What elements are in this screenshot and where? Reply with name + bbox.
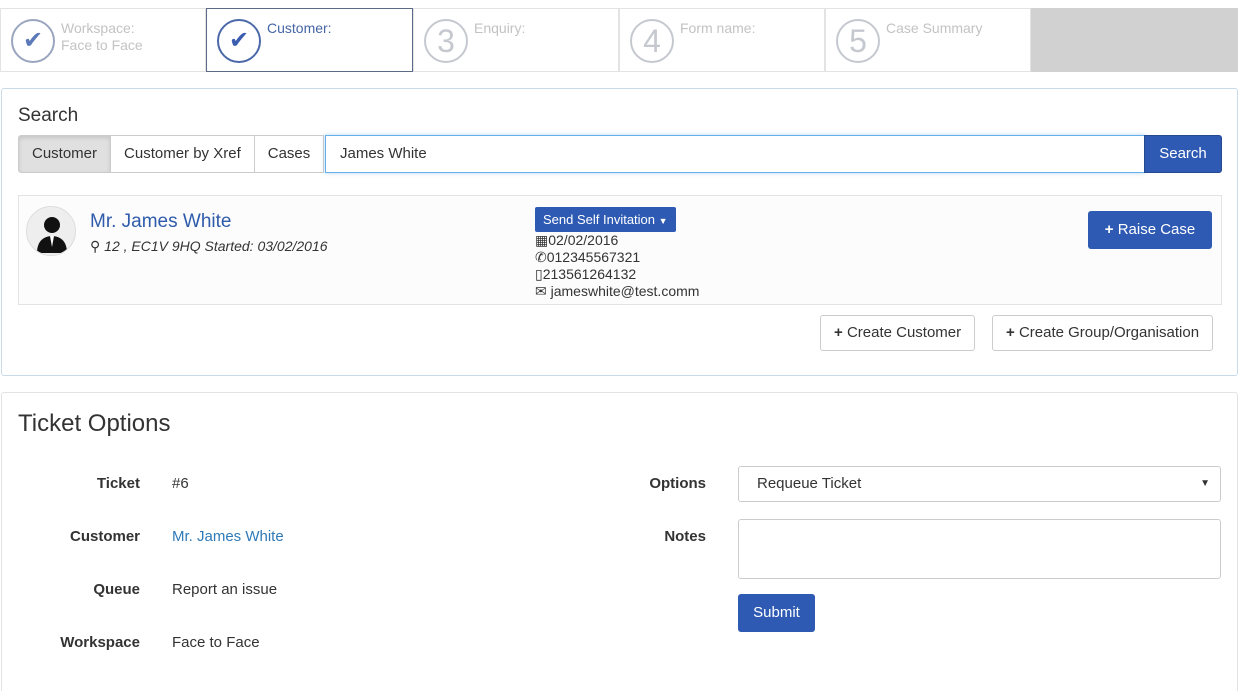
check-icon: ✔: [11, 19, 55, 63]
ticket-label: Ticket: [96, 475, 140, 492]
step-sublabel: Face to Face: [61, 37, 143, 53]
step-label: Form name:: [680, 20, 756, 36]
stepper-filler: [1031, 8, 1238, 72]
search-input[interactable]: James White: [325, 135, 1145, 173]
step-case-summary[interactable]: 5 Case Summary: [825, 8, 1031, 72]
step-label: Enquiry:: [474, 20, 526, 36]
notes-label: Notes: [664, 528, 706, 545]
step-label: Customer:: [267, 20, 332, 36]
options-label: Options: [649, 475, 706, 492]
submit-button[interactable]: Submit: [738, 594, 815, 632]
search-panel: Search Customer Customer by Xref Cases J…: [1, 88, 1238, 376]
wizard-stepper: ✔ Workspace: Face to Face ✔ Customer: 3 …: [0, 8, 1242, 72]
create-customer-button[interactable]: + Create Customer: [820, 315, 976, 351]
step-label: Workspace:: [61, 20, 135, 36]
customer-name-link[interactable]: Mr. James White: [90, 211, 231, 233]
person-icon: [37, 217, 67, 253]
queue-value: Report an issue: [172, 581, 278, 598]
queue-label: Queue: [93, 581, 140, 598]
step-number: 5: [836, 19, 880, 63]
search-title: Search: [18, 105, 79, 126]
avatar: [26, 206, 76, 256]
mobile-icon: ▯: [535, 266, 543, 282]
customer-address: ⚲ 12 , EC1V 9HQ Started: 03/02/2016: [90, 238, 328, 254]
customer-date: ▦02/02/2016: [535, 232, 619, 248]
step-number: 4: [630, 19, 674, 63]
customer-email: ✉ jameswhite@test.comm: [535, 283, 700, 299]
check-icon: ✔: [217, 19, 261, 63]
step-customer[interactable]: ✔ Customer:: [206, 8, 413, 72]
caret-down-icon: ▼: [1200, 478, 1210, 489]
plus-icon: +: [1006, 324, 1015, 341]
create-group-button[interactable]: + Create Group/Organisation: [992, 315, 1214, 351]
send-self-invitation-button[interactable]: Send Self Invitation ▼: [535, 207, 676, 232]
ticket-options-panel: Ticket Options Ticket #6 Customer Mr. Ja…: [1, 392, 1238, 691]
customer-phone: ✆012345567321: [535, 249, 641, 265]
search-type-tabs: Customer Customer by Xref Cases: [18, 135, 325, 173]
workspace-value: Face to Face: [172, 634, 260, 651]
tab-cases[interactable]: Cases: [253, 135, 325, 173]
customer-label: Customer: [69, 528, 140, 545]
customer-result-card: Mr. James White ⚲ 12 , EC1V 9HQ Started:…: [18, 195, 1222, 305]
envelope-icon: ✉: [535, 283, 547, 299]
tab-customer[interactable]: Customer: [18, 135, 112, 173]
search-button[interactable]: Search: [1144, 135, 1222, 173]
ticket-options-title: Ticket Options: [18, 410, 171, 437]
step-number: 3: [424, 19, 468, 63]
step-enquiry[interactable]: 3 Enquiry:: [413, 8, 619, 72]
plus-icon: +: [834, 324, 843, 341]
ticket-customer-link[interactable]: Mr. James White: [172, 528, 284, 545]
tab-customer-by-xref[interactable]: Customer by Xref: [110, 135, 255, 173]
options-select[interactable]: Requeue Ticket ▼: [738, 466, 1221, 502]
calendar-icon: ▦: [535, 232, 549, 248]
step-label: Case Summary: [886, 20, 983, 36]
step-form-name[interactable]: 4 Form name:: [619, 8, 825, 72]
ticket-value: #6: [172, 475, 189, 492]
map-marker-icon: ⚲: [90, 238, 101, 254]
step-workspace[interactable]: ✔ Workspace: Face to Face: [0, 8, 206, 72]
customer-mobile: ▯213561264132: [535, 266, 637, 282]
raise-case-button[interactable]: + Raise Case: [1088, 211, 1212, 249]
workspace-label: Workspace: [60, 634, 140, 651]
notes-textarea[interactable]: [738, 519, 1221, 579]
phone-icon: ✆: [535, 249, 547, 265]
caret-down-icon: ▼: [658, 216, 668, 226]
plus-icon: +: [1104, 221, 1114, 238]
